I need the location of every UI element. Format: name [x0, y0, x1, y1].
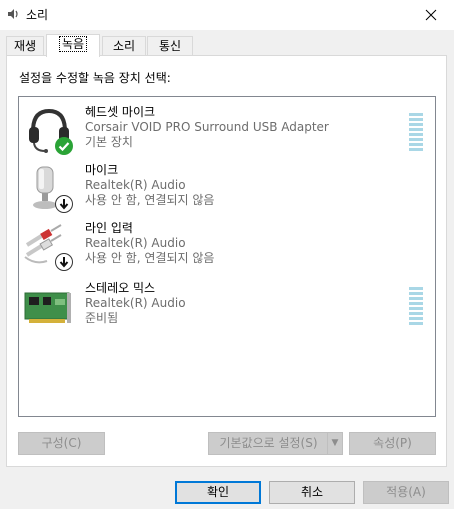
device-driver: Realtek(R) Audio: [85, 178, 186, 192]
device-status: 사용 안 함, 연결되지 않음: [85, 193, 215, 207]
level-meter: [409, 287, 423, 327]
tab-sounds[interactable]: 소리: [102, 36, 146, 55]
ok-button[interactable]: 확인: [175, 481, 261, 504]
device-item[interactable]: 마이크 Realtek(R) Audio 사용 안 함, 연결되지 않음: [19, 163, 435, 221]
device-list[interactable]: 헤드셋 마이크 Corsair VOID PRO Surround USB Ad…: [18, 96, 436, 417]
sound-card-icon: [24, 292, 71, 323]
chevron-down-icon[interactable]: ▼: [327, 433, 342, 454]
device-item[interactable]: 라인 입력 Realtek(R) Audio 사용 안 함, 연결되지 않음: [19, 221, 435, 279]
default-check-icon: [55, 137, 73, 155]
device-driver: Realtek(R) Audio: [85, 236, 186, 250]
speaker-icon: [8, 9, 18, 19]
apply-button[interactable]: 적용(A): [363, 481, 449, 504]
device-name: 마이크: [85, 163, 119, 177]
device-status: 준비됨: [85, 311, 119, 325]
level-meter: [409, 113, 423, 153]
device-name: 헤드셋 마이크: [85, 105, 156, 119]
device-item[interactable]: 헤드셋 마이크 Corsair VOID PRO Surround USB Ad…: [19, 105, 435, 163]
device-driver: Realtek(R) Audio: [85, 296, 186, 310]
device-item[interactable]: 스테레오 믹스 Realtek(R) Audio 준비됨: [19, 281, 435, 339]
down-arrow-icon: [55, 195, 73, 213]
device-name: 스테레오 믹스: [85, 281, 156, 295]
device-driver: Corsair VOID PRO Surround USB Adapter: [85, 120, 329, 134]
title-bar: 소리: [0, 0, 454, 30]
cancel-button[interactable]: 취소: [269, 481, 355, 504]
tab-playback[interactable]: 재생: [6, 36, 44, 55]
down-arrow-icon: [55, 253, 73, 271]
close-icon: [425, 9, 437, 21]
instruction-label: 설정을 수정할 녹음 장치 선택:: [19, 71, 171, 85]
recording-panel: 설정을 수정할 녹음 장치 선택: 헤드셋 마이크 Corsair VOID P…: [6, 55, 447, 467]
configure-button[interactable]: 구성(C): [18, 432, 105, 455]
properties-button[interactable]: 속성(P): [349, 432, 436, 455]
device-name: 라인 입력: [85, 221, 133, 235]
tab-communications[interactable]: 통신: [147, 36, 193, 55]
close-button[interactable]: [408, 0, 454, 30]
window-title: 소리: [26, 8, 49, 22]
device-status: 사용 안 함, 연결되지 않음: [85, 251, 215, 265]
tab-recording[interactable]: 녹음: [46, 34, 100, 57]
set-default-button[interactable]: 기본값으로 설정(S) ▼: [208, 432, 343, 455]
device-status: 기본 장치: [85, 135, 133, 149]
